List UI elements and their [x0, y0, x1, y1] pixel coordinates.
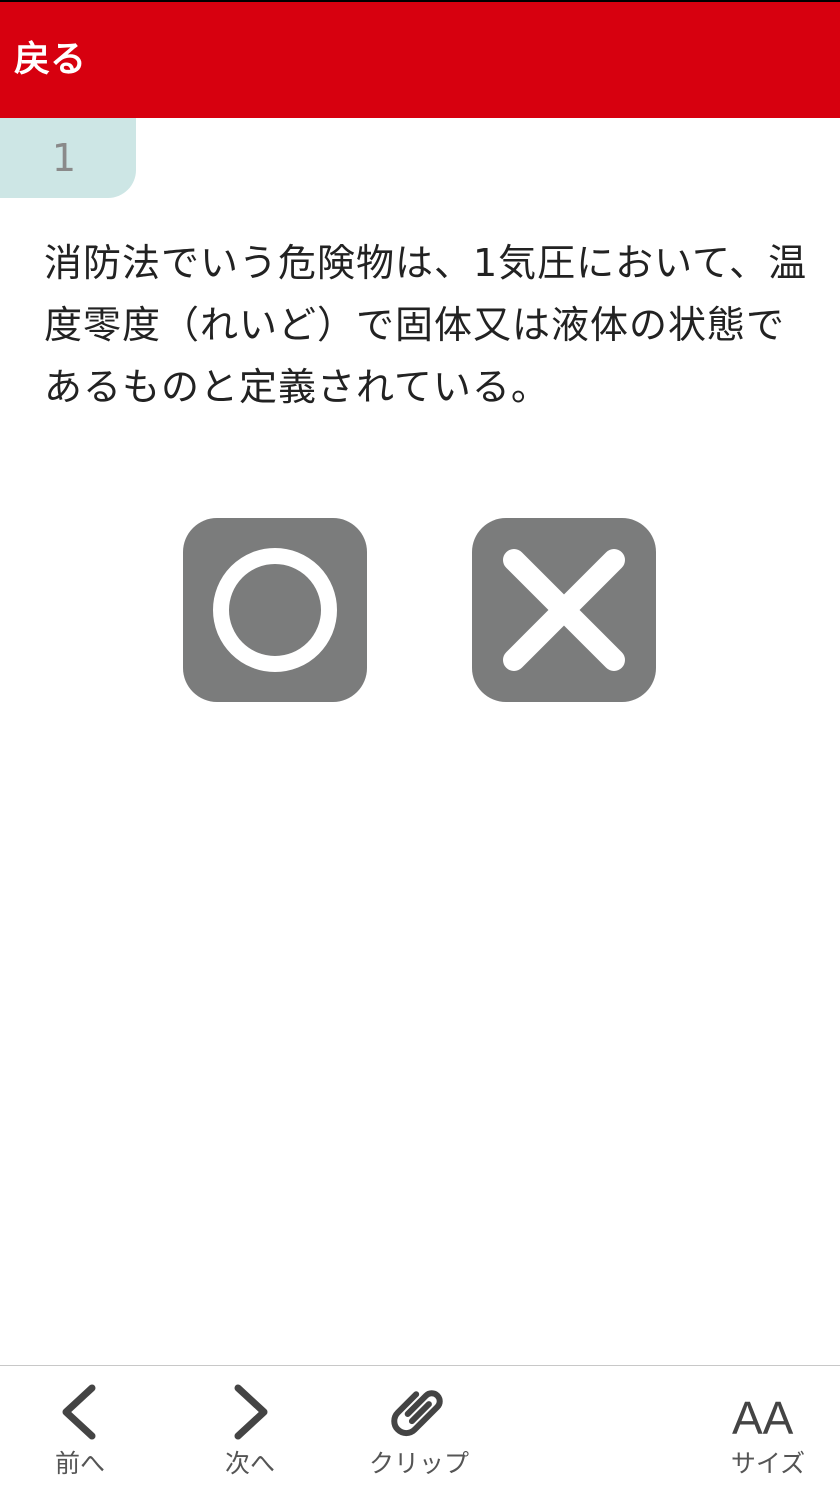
size-icon-small-a: AA [732, 1392, 794, 1444]
prev-button[interactable]: 前へ [30, 1366, 130, 1494]
question-number: 1 [51, 136, 77, 180]
question-text: 消防法でいう危険物は、1気圧において、温度零度（れいど）で固体又は液体の状態であ… [44, 241, 808, 409]
question-number-tab: 1 [0, 118, 136, 198]
clip-button[interactable]: クリップ [360, 1366, 478, 1494]
clip-label: クリップ [368, 1449, 469, 1478]
prev-label: 前へ [54, 1449, 105, 1478]
circle-icon [213, 548, 337, 672]
size-button[interactable]: AA サイズ [718, 1366, 818, 1494]
bottom-toolbar: 前へ 次へ クリップ AA サイズ [0, 1365, 840, 1494]
answer-correct-button[interactable] [183, 518, 367, 702]
chevron-left-icon [62, 1384, 96, 1440]
font-size-icon: AA [732, 1392, 794, 1444]
chevron-right-icon [234, 1384, 268, 1440]
back-button[interactable]: 戻る [14, 38, 86, 82]
cross-icon [503, 549, 625, 671]
next-label: 次へ [224, 1449, 275, 1478]
next-button[interactable]: 次へ [200, 1366, 300, 1494]
paperclip-icon [391, 1390, 443, 1436]
answer-wrong-button[interactable] [472, 518, 656, 702]
size-label: サイズ [730, 1449, 806, 1478]
header-bar: 戻る [0, 0, 840, 118]
